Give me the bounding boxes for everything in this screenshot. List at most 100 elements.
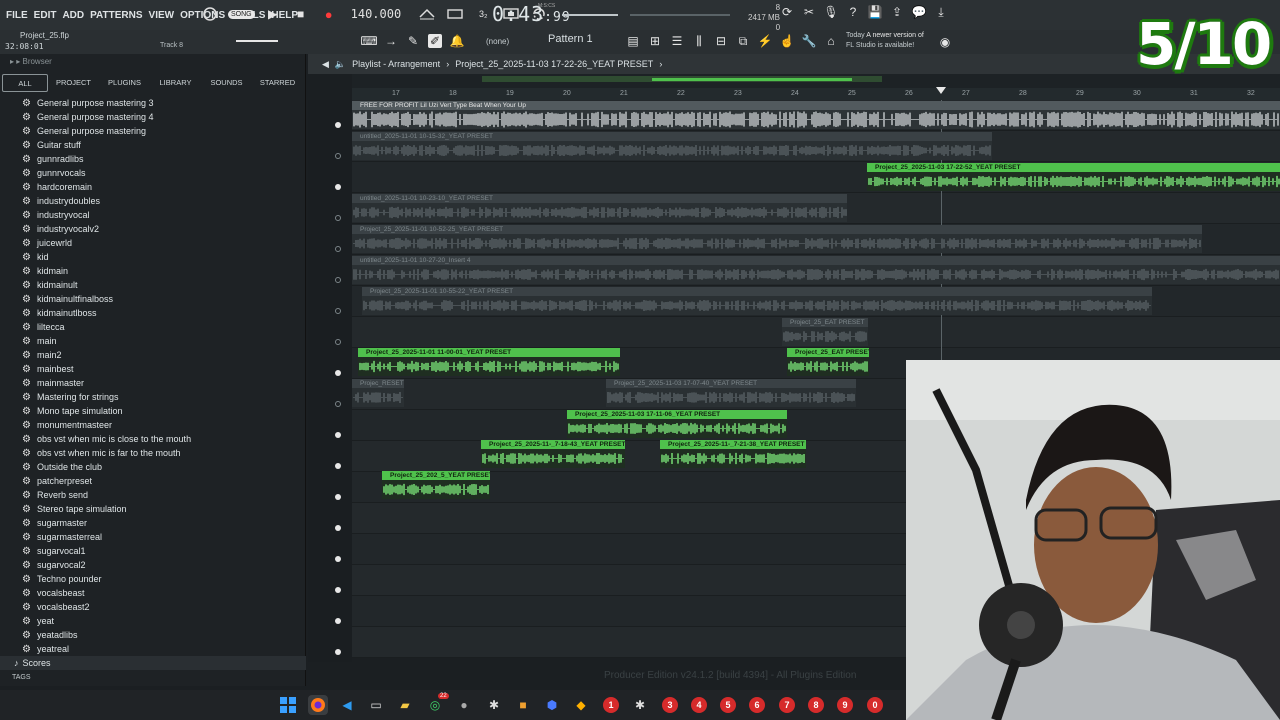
audio-clip[interactable]: Project_25_EAT PRESET: [787, 348, 869, 376]
fl-logo-icon[interactable]: ◉: [938, 35, 952, 49]
track-mute-indicator[interactable]: [335, 618, 341, 624]
browser-item[interactable]: ⚙ main2: [22, 348, 305, 362]
cut-tool-icon[interactable]: ✂: [802, 5, 816, 19]
refresh-icon[interactable]: ⟳: [780, 5, 794, 19]
hint-volume-slider[interactable]: [236, 40, 278, 42]
stop-icon[interactable]: ■: [291, 4, 311, 24]
windows-start-icon[interactable]: [278, 695, 298, 715]
browser-item[interactable]: ⚙ Stereo tape simulation: [22, 502, 305, 516]
browser-item[interactable]: ⚙ yeatreal: [22, 642, 305, 656]
browser-item[interactable]: ⚙ sugarmasterreal: [22, 530, 305, 544]
bell-tool-icon[interactable]: 🔔: [450, 34, 465, 48]
browser-item[interactable]: ⚙ industryvocalv2: [22, 222, 305, 236]
track-mute-indicator[interactable]: [335, 246, 341, 252]
menu-view[interactable]: VIEW: [149, 10, 175, 21]
browser-item[interactable]: ⚙ General purpose mastering: [22, 124, 305, 138]
menu-add[interactable]: ADD: [62, 10, 84, 21]
track-mute-indicator[interactable]: [335, 153, 341, 159]
wrench-icon[interactable]: 🔧: [802, 34, 817, 48]
browser-item[interactable]: ⚙ vocalsbeast: [22, 586, 305, 600]
browser-item[interactable]: ⚙ mainmaster: [22, 376, 305, 390]
audio-clip[interactable]: Project_25_EAT PRESET: [782, 318, 868, 346]
paint-tool-icon[interactable]: ✐: [428, 34, 442, 48]
taskbar-app-7[interactable]: 7: [777, 695, 797, 715]
browser-icon[interactable]: ⊟: [714, 34, 728, 48]
taskbar-app-1[interactable]: 1: [601, 695, 621, 715]
browser-item[interactable]: ⚙ hardcoremain: [22, 180, 305, 194]
audio-clip[interactable]: Project_25_2025-11-_7-21-38_YEAT PRESET: [660, 440, 806, 468]
song-mode-button[interactable]: SONG: [228, 9, 255, 19]
app-icon[interactable]: ▭: [366, 695, 386, 715]
browser-item[interactable]: ⚙ sugarmaster: [22, 516, 305, 530]
news-panel[interactable]: Today A newer version of FL Studio is av…: [846, 31, 924, 51]
speaker-icon[interactable]: 🔈: [335, 59, 346, 70]
vscode-icon[interactable]: ◀: [337, 695, 357, 715]
piano-roll-icon[interactable]: ☰: [670, 34, 684, 48]
taskbar-app-9[interactable]: 9: [835, 695, 855, 715]
browser-item[interactable]: ⚙ sugarvocal2: [22, 558, 305, 572]
audio-clip[interactable]: Project_25_2025-11-03 17-22-52_YEAT PRES…: [867, 163, 1280, 191]
browser-item[interactable]: ⚙ General purpose mastering 4: [22, 110, 305, 124]
channel-rack-icon[interactable]: ⊞: [648, 34, 662, 48]
song-time-display[interactable]: 0:43:99: [492, 2, 571, 26]
browser-item[interactable]: ⚙ sugarvocal1: [22, 544, 305, 558]
play-icon[interactable]: ▶: [263, 4, 283, 24]
browser-item[interactable]: ⚙ gunnrvocals: [22, 166, 305, 180]
track-mute-indicator[interactable]: [335, 370, 341, 376]
browser-folder-scores[interactable]: ♪ Scores: [0, 656, 306, 670]
help-icon[interactable]: ?: [846, 5, 860, 19]
browser-item[interactable]: ⚙ juicewrld: [22, 236, 305, 250]
tab-all[interactable]: ALL: [2, 74, 48, 92]
taskbar-app-8[interactable]: 8: [806, 695, 826, 715]
pat-song-toggle-icon[interactable]: [200, 4, 220, 24]
audio-clip[interactable]: Project_25_2025-11-03 17-11-06_YEAT PRES…: [567, 410, 787, 438]
shop-icon[interactable]: ⌂: [824, 34, 838, 48]
firefox-icon[interactable]: [308, 695, 328, 715]
record-icon[interactable]: ●: [319, 4, 339, 24]
metronome-icon[interactable]: [417, 4, 437, 24]
playlist-breadcrumb[interactable]: Project_25_2025-11-03 17-22-26_YEAT PRES…: [455, 59, 653, 69]
browser-item[interactable]: ⚙ industryvocal: [22, 208, 305, 222]
audio-clip[interactable]: untitled_2025-11-01 10-23-10_YEAT PRESET: [352, 194, 847, 222]
browser-item[interactable]: ⚙ kidmainult: [22, 278, 305, 292]
track-mute-indicator[interactable]: [335, 587, 341, 593]
track-mute-indicator[interactable]: [335, 215, 341, 221]
snap-selector[interactable]: (none): [486, 37, 509, 46]
track-mute-indicator[interactable]: [335, 184, 341, 190]
pattern-selector[interactable]: Pattern 1: [548, 33, 593, 45]
arrow-right-icon[interactable]: →: [384, 34, 398, 48]
plugin-icon[interactable]: ⚡: [758, 34, 773, 48]
browser-item[interactable]: ⚙ yeatadlibs: [22, 628, 305, 642]
track-mute-indicator[interactable]: [335, 525, 341, 531]
taskbar-app-3[interactable]: 3: [660, 695, 680, 715]
tab-project[interactable]: PROJECT: [48, 74, 99, 92]
project-icon[interactable]: ⧉: [736, 34, 750, 48]
browser-item[interactable]: ⚙ kidmainutlboss: [22, 306, 305, 320]
countdown-icon[interactable]: 3₂: [473, 4, 493, 24]
audio-clip[interactable]: Project_25_2025-11-_7-18-43_YEAT PRESET: [481, 440, 625, 468]
main-volume-slider[interactable]: [562, 14, 618, 16]
playhead-marker[interactable]: [936, 87, 946, 94]
track-mute-indicator[interactable]: [335, 494, 341, 500]
tab-sounds[interactable]: SOUNDS: [201, 74, 252, 92]
browser-item[interactable]: ⚙ obs vst when mic is close to the mouth: [22, 432, 305, 446]
app-icon-3[interactable]: ✱: [484, 695, 504, 715]
track-mute-indicator[interactable]: [335, 556, 341, 562]
browser-item[interactable]: ⚙ monumentmasteer: [22, 418, 305, 432]
touch-keyboard-icon[interactable]: ☝: [780, 34, 795, 48]
audio-clip[interactable]: untitled_2025-11-01 10-15-32_YEAT PRESET: [352, 132, 992, 160]
mixer-icon[interactable]: ⫼: [692, 34, 706, 48]
browser-item[interactable]: ⚙ mainbest: [22, 362, 305, 376]
menu-file[interactable]: FILE: [6, 10, 28, 21]
browser-item[interactable]: ⚙ Guitar stuff: [22, 138, 305, 152]
tags-label[interactable]: TAGS: [12, 674, 31, 681]
browser-item[interactable]: ⚙ main: [22, 334, 305, 348]
save-icon[interactable]: 💾: [868, 5, 883, 19]
browser-item[interactable]: ⚙ Reverb send: [22, 488, 305, 502]
browser-item[interactable]: ⚙ kidmainultfinalboss: [22, 292, 305, 306]
taskbar-app-4[interactable]: 4: [689, 695, 709, 715]
track-mute-indicator[interactable]: [335, 277, 341, 283]
playlist-window-icon[interactable]: ▤: [626, 34, 640, 48]
browser-item[interactable]: ⚙ kidmain: [22, 264, 305, 278]
taskbar-app-6[interactable]: 6: [747, 695, 767, 715]
